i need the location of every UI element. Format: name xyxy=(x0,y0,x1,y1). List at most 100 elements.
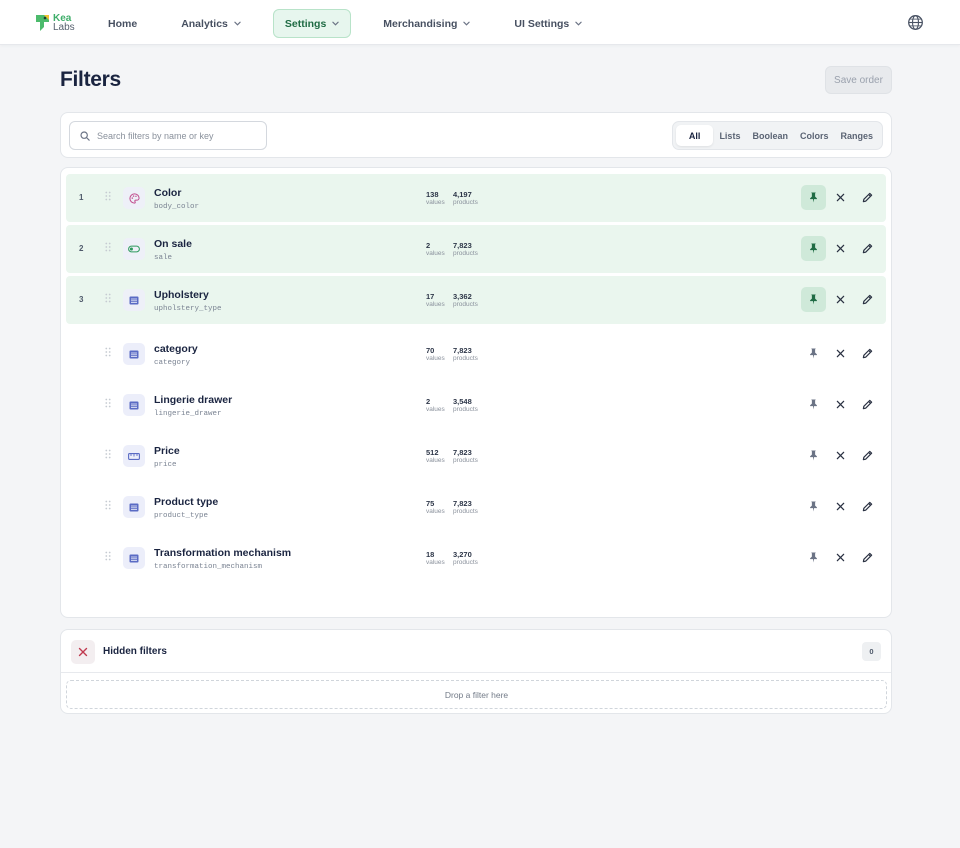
edit-filter-button[interactable] xyxy=(858,497,876,515)
drag-handle-icon[interactable] xyxy=(105,347,111,358)
edit-filter-button[interactable] xyxy=(858,344,876,362)
close-icon xyxy=(836,502,844,510)
filter-key: lingerie_drawer xyxy=(154,410,222,418)
filter-row[interactable]: Lingerie drawer lingerie_drawer 2 values 3,5… xyxy=(66,381,886,429)
values-label: values xyxy=(426,250,445,257)
filter-position: 2 xyxy=(79,244,84,253)
hide-filter-button[interactable] xyxy=(831,188,849,206)
pin-button[interactable] xyxy=(801,341,826,366)
nav-item-settings[interactable]: Settings xyxy=(272,9,352,38)
list-icon xyxy=(123,547,145,569)
pin-icon xyxy=(810,552,817,563)
filter-row[interactable]: category category 70 values 7,823 products xyxy=(66,330,886,378)
hide-filter-button[interactable] xyxy=(831,548,849,566)
brand-logo[interactable]: Kea Labs xyxy=(32,12,75,34)
filter-row[interactable]: 1 Color body_color 138 values 4,197 products xyxy=(66,174,886,222)
nav-item-ui-settings[interactable]: UI Settings xyxy=(502,9,594,38)
drag-handle-icon[interactable] xyxy=(105,398,111,409)
tab-all[interactable]: All xyxy=(675,125,714,146)
pin-button[interactable] xyxy=(801,236,826,261)
search-input[interactable] xyxy=(97,130,257,141)
values-count: 18 xyxy=(426,550,435,559)
tab-ranges[interactable]: Ranges xyxy=(834,125,879,146)
close-icon xyxy=(836,295,844,303)
hidden-filters-header: Hidden filters 0 xyxy=(61,630,891,673)
drag-handle-icon[interactable] xyxy=(105,449,111,460)
filter-row[interactable]: Price price 512 values 7,823 products xyxy=(66,432,886,480)
toggle-icon xyxy=(123,238,145,260)
pin-button[interactable] xyxy=(801,287,826,312)
hide-filter-button[interactable] xyxy=(831,239,849,257)
nav-item-label: Settings xyxy=(284,17,327,30)
pin-icon xyxy=(810,501,817,512)
values-label: values xyxy=(426,355,445,362)
nav-item-label: UI Settings xyxy=(514,17,570,30)
close-icon xyxy=(836,244,844,252)
edit-filter-button[interactable] xyxy=(858,446,876,464)
pin-icon xyxy=(810,399,817,410)
drag-handle-icon[interactable] xyxy=(105,551,111,562)
filter-key: sale xyxy=(154,254,173,262)
nav-item-home[interactable]: Home xyxy=(96,9,149,38)
pencil-icon xyxy=(862,552,872,562)
filter-row[interactable]: 2 On sale sale 2 values 7,823 products xyxy=(66,225,886,273)
nav-item-merchandising[interactable]: Merchandising xyxy=(371,9,482,38)
values-count: 2 xyxy=(426,397,431,406)
globe-icon[interactable] xyxy=(907,14,924,31)
hide-filter-button[interactable] xyxy=(831,344,849,362)
edit-filter-button[interactable] xyxy=(858,239,876,257)
search-field[interactable] xyxy=(69,121,267,150)
filter-row[interactable]: Transformation mechanism transformation_m… xyxy=(66,534,886,582)
pin-icon xyxy=(810,348,817,359)
close-icon xyxy=(836,451,844,459)
pin-button[interactable] xyxy=(801,545,826,570)
save-order-button[interactable]: Save order xyxy=(825,66,892,94)
edit-filter-button[interactable] xyxy=(858,290,876,308)
pin-button[interactable] xyxy=(801,494,826,519)
close-icon xyxy=(836,400,844,408)
type-tabs: All Lists Boolean Colors Ranges xyxy=(671,121,883,150)
close-icon xyxy=(78,647,88,657)
tab-boolean[interactable]: Boolean xyxy=(746,125,794,146)
tab-colors[interactable]: Colors xyxy=(794,125,835,146)
pencil-icon xyxy=(862,294,872,304)
pencil-icon xyxy=(862,399,872,409)
drop-zone[interactable]: Drop a filter here xyxy=(66,680,887,709)
filter-row[interactable]: Product type product_type 75 values 7,823 pro… xyxy=(66,483,886,531)
filter-name: category xyxy=(154,343,198,355)
palette-icon xyxy=(123,187,145,209)
chevron-down-icon xyxy=(463,19,471,28)
edit-filter-button[interactable] xyxy=(858,548,876,566)
filter-row[interactable]: 3 Upholstery upholstery_type 17 values 3,362 p… xyxy=(66,276,886,324)
pencil-icon xyxy=(862,192,872,202)
filter-name: Upholstery xyxy=(154,289,209,301)
products-count: 3,548 xyxy=(453,397,472,406)
filter-name: On sale xyxy=(154,238,192,250)
close-icon xyxy=(836,553,844,561)
pin-button[interactable] xyxy=(801,392,826,417)
values-label: values xyxy=(426,508,445,515)
products-stat: 7,823 products xyxy=(453,500,478,516)
products-stat: 3,548 products xyxy=(453,398,478,414)
products-count: 4,197 xyxy=(453,190,472,199)
drag-handle-icon[interactable] xyxy=(105,293,111,304)
drag-handle-icon[interactable] xyxy=(105,191,111,202)
nav-item-analytics[interactable]: Analytics xyxy=(169,9,253,38)
values-label: values xyxy=(426,406,445,413)
values-count: 70 xyxy=(426,346,435,355)
drag-handle-icon[interactable] xyxy=(105,500,111,511)
drag-handle-icon[interactable] xyxy=(105,242,111,253)
hide-filter-button[interactable] xyxy=(831,497,849,515)
tab-lists[interactable]: Lists xyxy=(713,125,746,146)
hide-filter-button[interactable] xyxy=(831,395,849,413)
filter-key: category xyxy=(154,359,191,367)
pin-button[interactable] xyxy=(801,443,826,468)
hide-filter-button[interactable] xyxy=(831,290,849,308)
hide-filter-button[interactable] xyxy=(831,446,849,464)
pin-button[interactable] xyxy=(801,185,826,210)
page-title: Filters xyxy=(60,68,121,91)
edit-filter-button[interactable] xyxy=(858,395,876,413)
filter-name: Color xyxy=(154,187,182,199)
edit-filter-button[interactable] xyxy=(858,188,876,206)
close-icon xyxy=(836,349,844,357)
